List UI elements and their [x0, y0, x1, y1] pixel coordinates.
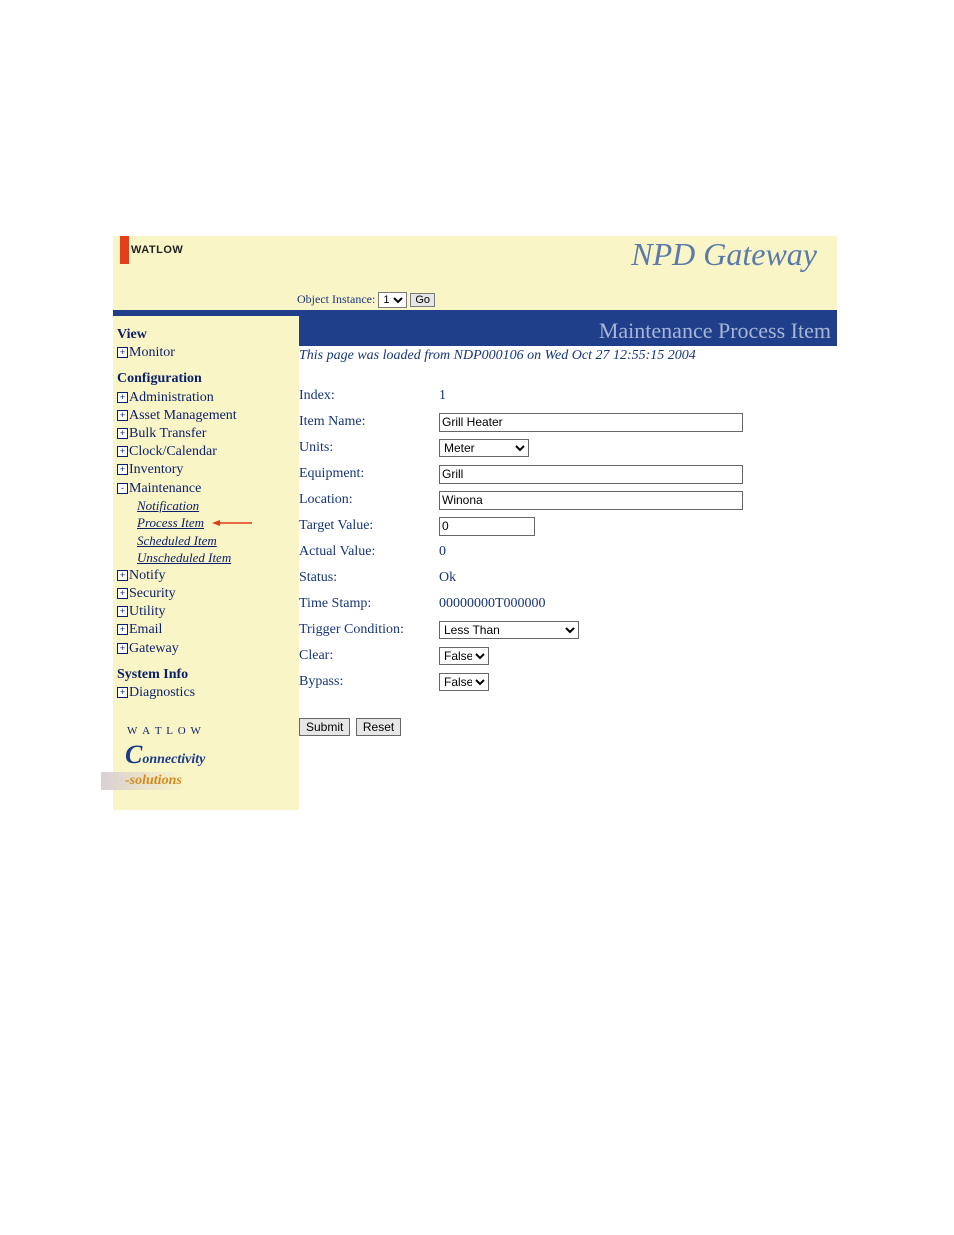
sidebar-item-email[interactable]: +Email — [117, 621, 295, 639]
sidebar-item-asset-management[interactable]: +Asset Management — [117, 407, 295, 425]
expand-icon[interactable]: + — [117, 606, 128, 617]
sidebar-subitem-process-item[interactable]: Process Item — [137, 515, 204, 530]
loaded-line: This page was loaded from NDP000106 on W… — [299, 346, 837, 364]
location-label: Location: — [299, 492, 439, 508]
units-select[interactable]: Meter — [439, 439, 529, 457]
sidebar-item-inventory[interactable]: +Inventory — [117, 461, 295, 479]
collapse-icon[interactable]: - — [117, 483, 128, 494]
form: Index: 1 Item Name: Units: Meter Equipme… — [299, 384, 837, 736]
item-name-input[interactable] — [439, 413, 743, 432]
sidebar-item-clock-calendar[interactable]: +Clock/Calendar — [117, 443, 295, 461]
expand-icon[interactable]: + — [117, 588, 128, 599]
instance-select[interactable]: 1 — [378, 292, 407, 308]
trigger-condition-select[interactable]: Less Than — [439, 621, 579, 639]
sidebar-subitem-scheduled-item[interactable]: Scheduled Item — [137, 533, 295, 550]
expand-icon[interactable]: + — [117, 428, 128, 439]
location-input[interactable] — [439, 491, 743, 510]
sidebar-subitem-notification[interactable]: Notification — [137, 498, 295, 515]
sidebar-item-gateway[interactable]: +Gateway — [117, 640, 295, 658]
expand-icon[interactable]: + — [117, 570, 128, 581]
clear-select[interactable]: False — [439, 647, 489, 665]
sidebar: View +Monitor Configuration +Administrat… — [113, 316, 299, 810]
connectivity-logo: W A T L O W Connectivity -solutions — [125, 724, 295, 790]
sidebar-item-security[interactable]: +Security — [117, 585, 295, 603]
expand-icon[interactable]: + — [117, 624, 128, 635]
equipment-input[interactable] — [439, 465, 743, 484]
actual-value: 0 — [439, 544, 446, 560]
pointer-arrow-icon — [212, 515, 254, 533]
sidebar-item-diagnostics[interactable]: +Diagnostics — [117, 684, 295, 702]
actual-value-label: Actual Value: — [299, 544, 439, 560]
reset-button[interactable]: Reset — [356, 718, 401, 736]
index-label: Index: — [299, 388, 439, 404]
expand-icon[interactable]: + — [117, 410, 128, 421]
bypass-label: Bypass: — [299, 674, 439, 690]
sidebar-item-utility[interactable]: +Utility — [117, 603, 295, 621]
index-value: 1 — [439, 388, 446, 404]
sidebar-item-administration[interactable]: +Administration — [117, 389, 295, 407]
flame-icon — [120, 236, 129, 264]
expand-icon[interactable]: + — [117, 347, 128, 358]
expand-icon[interactable]: + — [117, 643, 128, 654]
brand-logo: WATLOW — [120, 236, 183, 264]
expand-icon[interactable]: + — [117, 446, 128, 457]
target-value-label: Target Value: — [299, 518, 439, 534]
brand-text: WATLOW — [131, 244, 183, 256]
clear-label: Clear: — [299, 648, 439, 664]
instance-label: Object Instance: — [297, 292, 375, 306]
sidebar-section-system-info: System Info — [117, 666, 295, 684]
expand-icon[interactable]: + — [117, 392, 128, 403]
instance-go-button[interactable]: Go — [410, 293, 435, 307]
expand-icon[interactable]: + — [117, 687, 128, 698]
sidebar-item-monitor[interactable]: +Monitor — [117, 344, 295, 362]
page-title: Maintenance Process Item — [299, 316, 837, 346]
sidebar-item-bulk-transfer[interactable]: +Bulk Transfer — [117, 425, 295, 443]
instance-bar: Object Instance: 1 Go — [113, 288, 837, 310]
timestamp-value: 00000000T000000 — [439, 596, 546, 612]
status-label: Status: — [299, 570, 439, 586]
target-value-input[interactable] — [439, 517, 535, 536]
units-label: Units: — [299, 440, 439, 456]
expand-icon[interactable]: + — [117, 464, 128, 475]
main-content: Maintenance Process Item This page was l… — [299, 316, 837, 810]
status-value: Ok — [439, 570, 456, 586]
sidebar-item-maintenance[interactable]: -Maintenance — [117, 480, 295, 498]
submit-button[interactable]: Submit — [299, 718, 350, 736]
sidebar-section-configuration: Configuration — [117, 370, 295, 388]
header: WATLOW NPD Gateway — [113, 236, 837, 288]
equipment-label: Equipment: — [299, 466, 439, 482]
app-title: NPD Gateway — [631, 236, 817, 273]
trigger-condition-label: Trigger Condition: — [299, 622, 439, 638]
sidebar-item-notify[interactable]: +Notify — [117, 567, 295, 585]
timestamp-label: Time Stamp: — [299, 596, 439, 612]
sidebar-subitem-unscheduled-item[interactable]: Unscheduled Item — [137, 550, 295, 567]
bypass-select[interactable]: False — [439, 673, 489, 691]
item-name-label: Item Name: — [299, 414, 439, 430]
sidebar-section-view: View — [117, 326, 295, 344]
